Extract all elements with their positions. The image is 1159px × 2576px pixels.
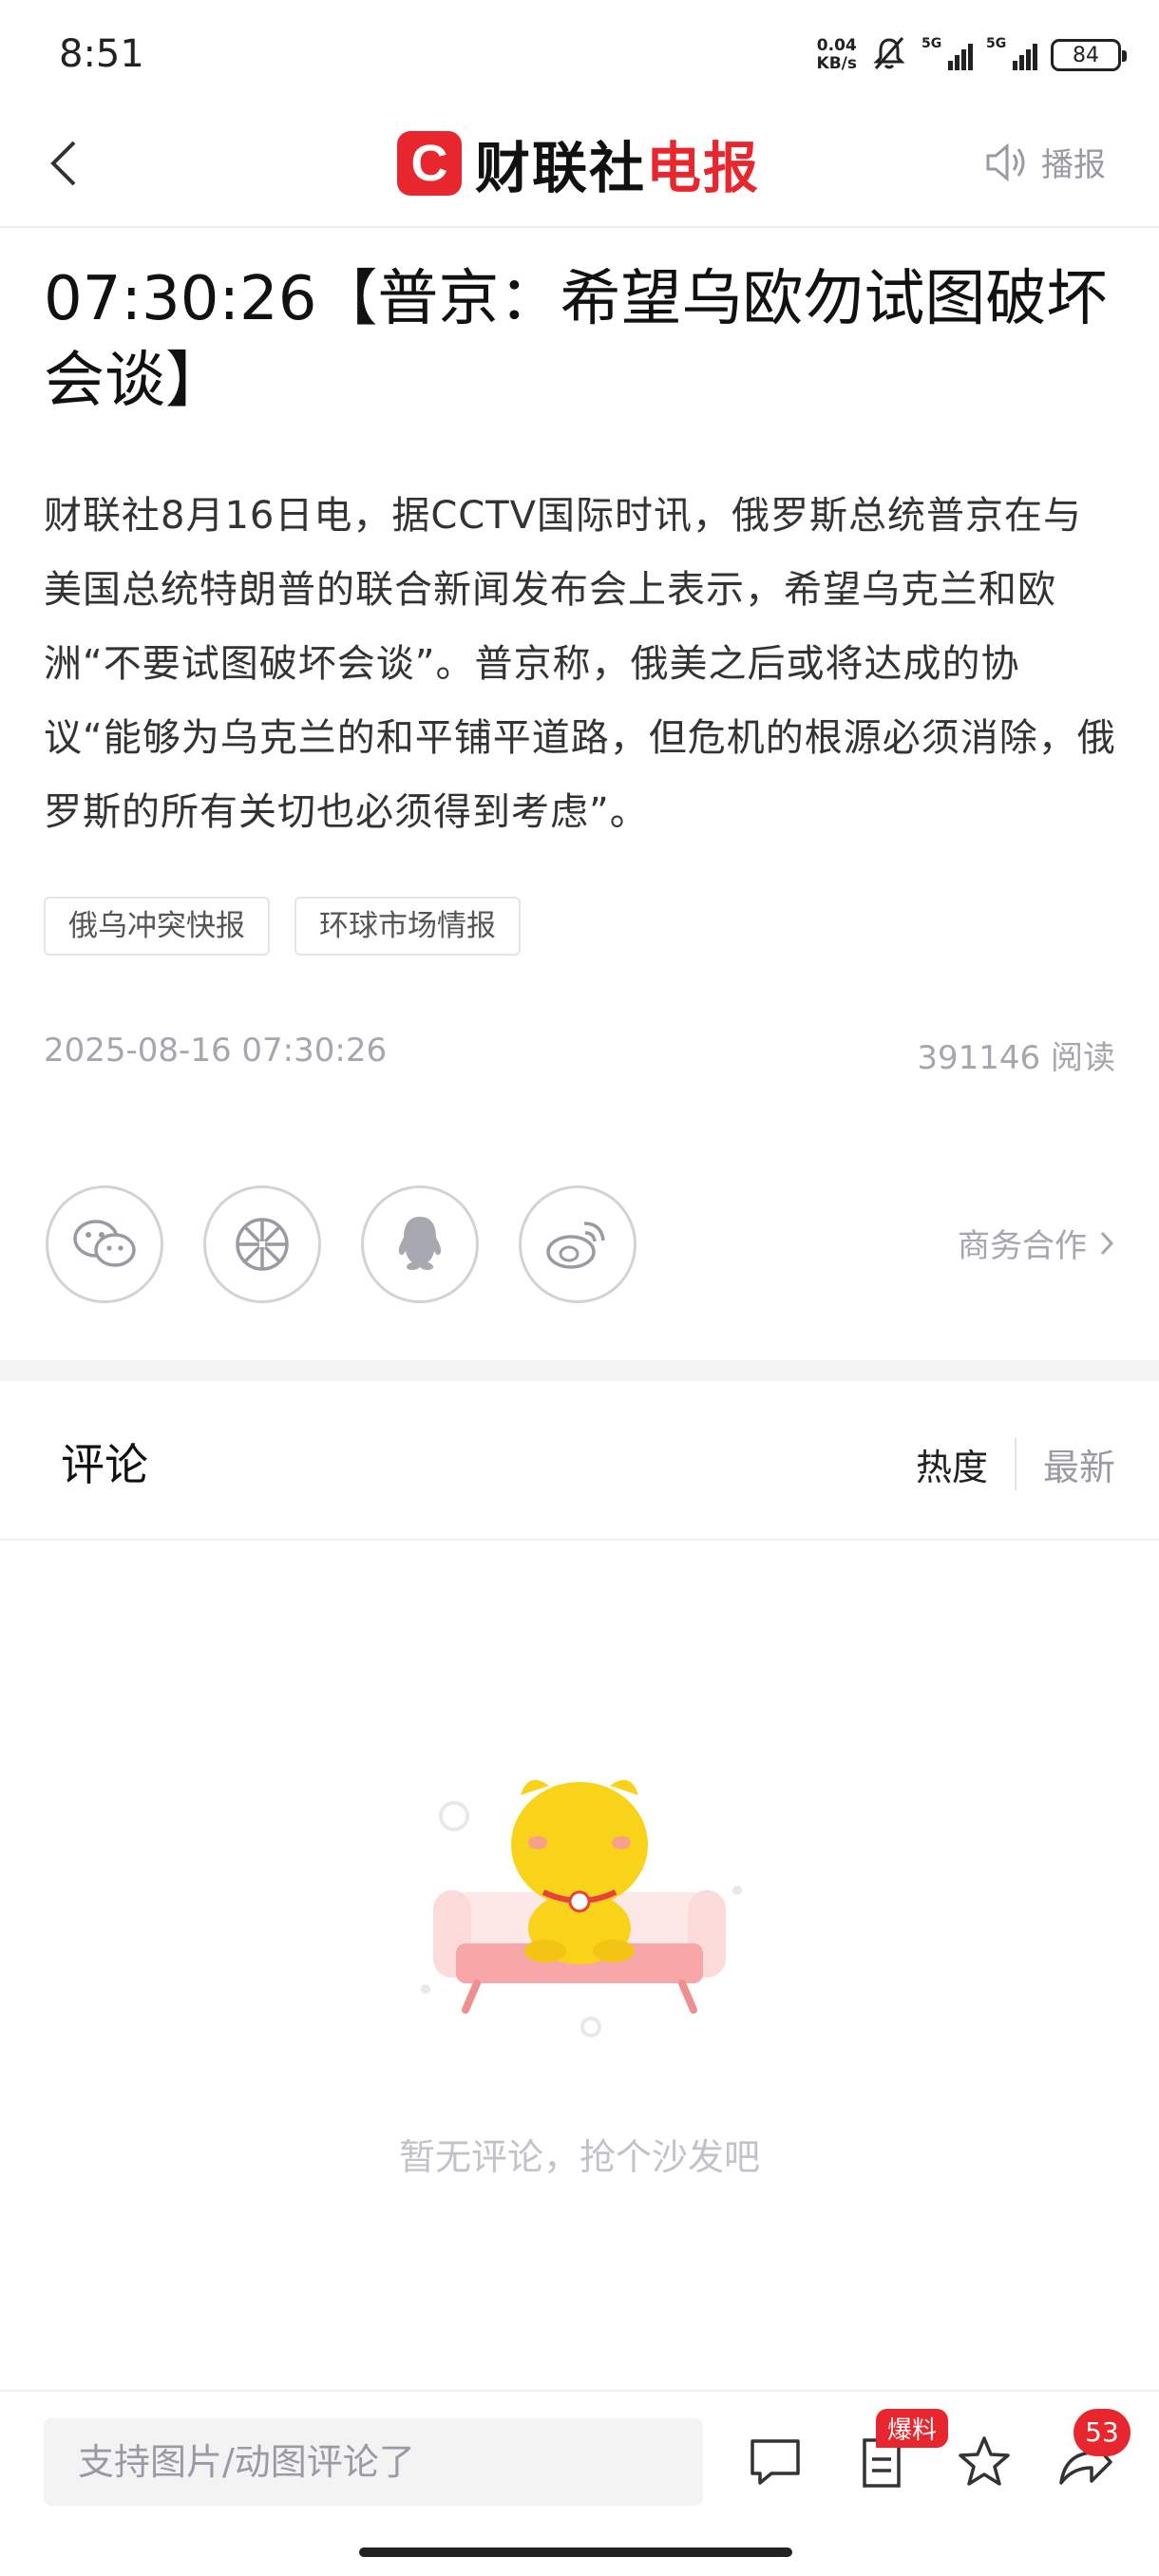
share-qq-button[interactable] [361, 1185, 479, 1303]
battery-icon: 84 [1051, 39, 1127, 71]
chevron-left-icon [50, 141, 76, 186]
network-speed: 0.04 KB/s [817, 37, 857, 73]
comments-title: 评论 [61, 1439, 148, 1490]
star-icon [959, 2436, 1010, 2486]
sort-new-tab[interactable]: 最新 [1016, 1438, 1115, 1490]
network-speed-value: 0.04 [816, 36, 857, 55]
logo-text: 财联社电报 [475, 123, 760, 203]
article-body: 财联社8月16日电，据CCTV国际时讯，俄罗斯总统普京在与美国总统特朗普的联合新… [44, 494, 1116, 834]
signal-label: 5G [922, 36, 942, 51]
empty-comments-text: 暂无评论，抢个沙发吧 [398, 2136, 760, 2178]
article-title: 07:30:26【普京：希望乌欧勿试图破坏会谈】 [44, 264, 1108, 416]
business-cooperation-link[interactable]: 商务合作 [958, 1220, 1115, 1266]
sort-hot-tab[interactable]: 热度 [916, 1438, 1016, 1490]
share-row [46, 1185, 636, 1303]
favorite-button[interactable] [948, 2426, 1020, 2498]
chevron-right-icon [1100, 1231, 1114, 1255]
publish-datetime: 2025-08-16 07:30:26 [44, 1032, 388, 1070]
moments-icon [236, 1218, 289, 1271]
home-indicator[interactable] [359, 2548, 792, 2557]
battery-level: 84 [1073, 43, 1099, 67]
comments-button[interactable] [739, 2426, 811, 2498]
tag-chip[interactable]: 俄乌冲突快报 [44, 897, 270, 956]
weibo-icon [546, 1222, 605, 1269]
status-indicators: 0.04 KB/s 5G 5G 84 [817, 28, 1127, 82]
comment-input[interactable]: 支持图片/动图评论了 [44, 2418, 703, 2506]
read-count: 391146 阅读 [917, 1039, 1115, 1077]
status-bar: 8:51 0.04 KB/s 5G 5G 84 [0, 0, 1159, 106]
mute-bell-icon [870, 34, 908, 76]
comment-bubble-icon [750, 2439, 800, 2485]
share-wechat-button[interactable] [46, 1185, 163, 1303]
share-moments-button[interactable] [203, 1185, 321, 1303]
share-count-badge: 53 [1074, 2409, 1130, 2456]
app-logo: C 财联社电报 [397, 127, 760, 200]
tag-list: 俄乌冲突快报 环球市场情报 [44, 897, 521, 956]
network-speed-unit: KB/s [816, 54, 857, 73]
back-button[interactable] [36, 135, 93, 192]
broadcast-label: 播报 [1041, 146, 1106, 184]
top-nav: C 财联社电报 播报 [0, 106, 1159, 228]
section-divider [0, 1360, 1159, 1381]
share-weibo-button[interactable] [519, 1185, 636, 1303]
tag-chip[interactable]: 环球市场情报 [294, 897, 521, 956]
empty-comments-illustration [0, 1738, 1159, 2052]
logo-mark: C [397, 131, 462, 196]
logo-text-red: 电报 [646, 136, 761, 200]
broadcast-button[interactable]: 播报 [984, 139, 1106, 185]
signal-icon-2: 5G [986, 36, 1037, 70]
wechat-icon [73, 1220, 136, 1267]
signal-icon: 5G [922, 36, 973, 70]
tip-off-badge: 爆料 [876, 2409, 949, 2448]
qq-icon [398, 1217, 442, 1270]
logo-text-black: 财联社 [475, 136, 647, 200]
comment-sort: 热度 最新 [916, 1438, 1115, 1490]
business-label: 商务合作 [958, 1227, 1087, 1265]
status-time: 8:51 [59, 32, 144, 76]
comments-header: 评论 热度 最新 [0, 1381, 1159, 1541]
signal-label-2: 5G [986, 36, 1007, 51]
speaker-icon [986, 142, 1025, 181]
